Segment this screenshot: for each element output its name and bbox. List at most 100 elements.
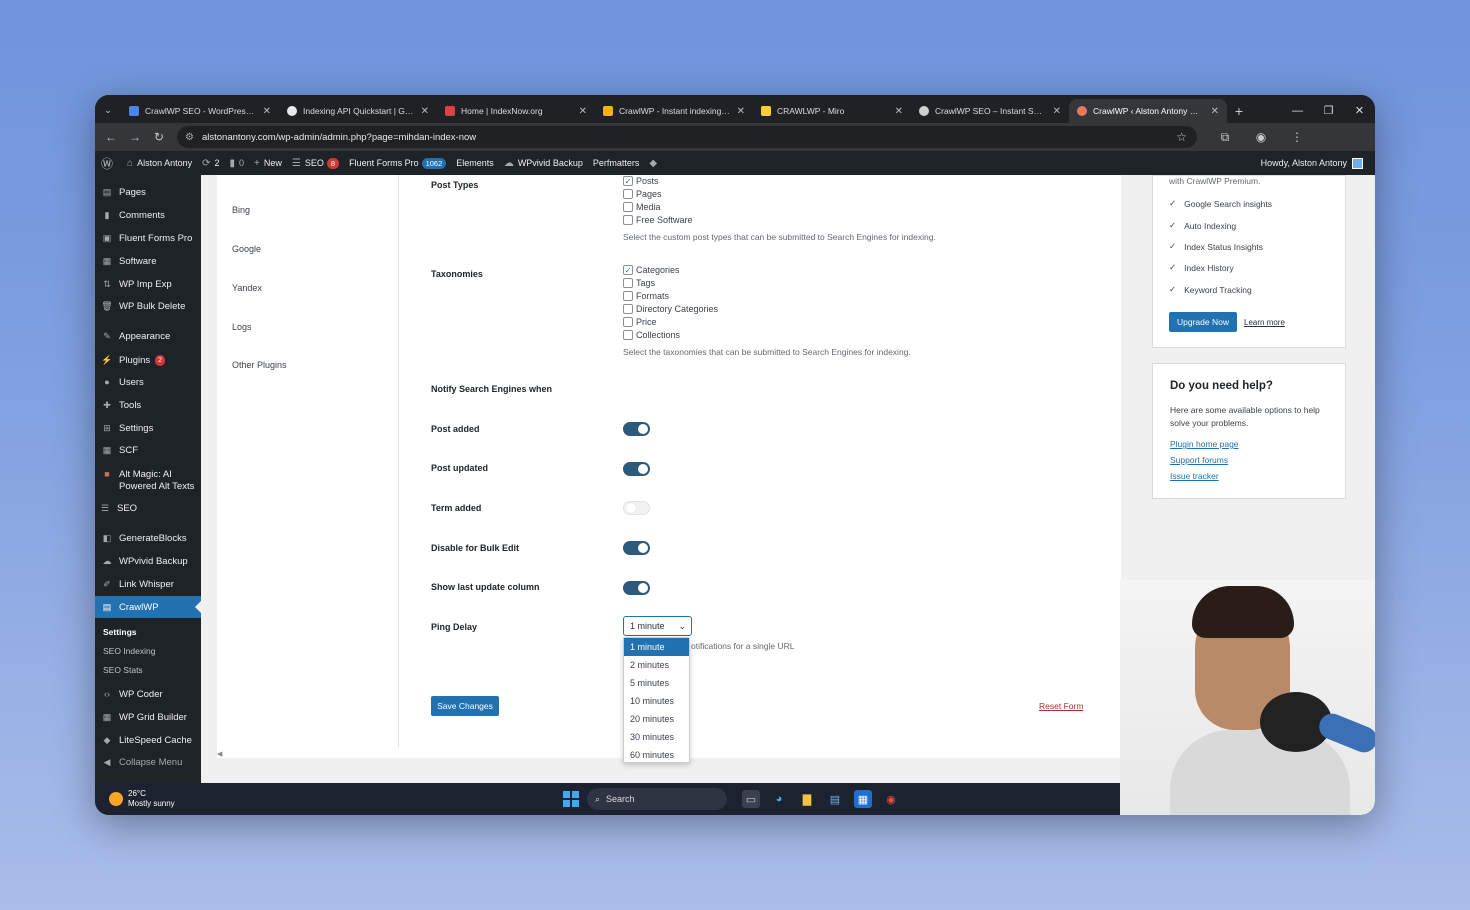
browser-tab[interactable]: Home | IndexNow.org ✕: [437, 99, 595, 123]
issue-tracker-link[interactable]: Issue tracker: [1170, 471, 1219, 481]
diamond-icon[interactable]: ◆: [649, 158, 661, 169]
weather-widget[interactable]: 26°C Mostly sunny: [109, 789, 175, 809]
forward-arrow-icon[interactable]: →: [123, 130, 147, 144]
checkbox-categories[interactable]: ✓ Categories: [623, 265, 680, 275]
perfmatters-link[interactable]: Perfmatters: [593, 158, 640, 168]
collapse-menu-button[interactable]: ◀ Collapse Menu: [95, 753, 201, 771]
browser-tab[interactable]: CrawlWP SEO – Instant Search ✕: [911, 99, 1069, 123]
word-app-icon[interactable]: ▦: [854, 790, 872, 808]
chrome-icon[interactable]: ◉: [882, 790, 900, 808]
seo-menu-link[interactable]: ☰ SEO 8: [292, 157, 340, 169]
bookmark-star-icon[interactable]: ☆: [1176, 130, 1187, 144]
back-arrow-icon[interactable]: ←: [99, 130, 123, 144]
sidebar-item-users[interactable]: ● Users: [95, 373, 201, 391]
close-window-icon[interactable]: ✕: [1344, 99, 1375, 123]
last-update-column-toggle[interactable]: [623, 581, 650, 595]
dropdown-option[interactable]: 30 minutes: [624, 728, 689, 746]
checkbox-tags[interactable]: Tags: [623, 278, 655, 288]
checkbox-pages[interactable]: Pages: [623, 189, 662, 199]
windows-start-icon[interactable]: [563, 791, 579, 807]
close-tab-icon[interactable]: ✕: [1211, 106, 1219, 117]
new-tab-icon[interactable]: +: [1227, 99, 1251, 123]
wpvivid-link[interactable]: ☁ WPvivid Backup: [504, 158, 583, 169]
checkbox-directory-categories[interactable]: Directory Categories: [623, 304, 718, 314]
sidebar-item-software[interactable]: ▦ Software: [95, 252, 201, 270]
browser-tab[interactable]: CrawlWP SEO - WordPress Inst ✕: [121, 99, 279, 123]
more-menu-icon[interactable]: ⋮: [1279, 130, 1315, 145]
sidebar-item-comments[interactable]: ▮ Comments: [95, 206, 201, 224]
nav-item-bing[interactable]: Bing: [232, 205, 250, 215]
term-added-toggle[interactable]: [623, 501, 650, 515]
updates-link[interactable]: ⟳ 2: [202, 158, 219, 169]
dropdown-option[interactable]: 10 minutes: [624, 692, 689, 710]
browser-tab-active[interactable]: CrawlWP ‹ Alston Antony — W ✕: [1069, 99, 1227, 123]
dropdown-option[interactable]: 5 minutes: [624, 674, 689, 692]
dropdown-option[interactable]: 2 minutes: [624, 656, 689, 674]
sidebar-item-scf[interactable]: ▦ SCF: [95, 441, 201, 459]
checkbox-collections[interactable]: Collections: [623, 330, 680, 340]
extensions-icon[interactable]: ⧉: [1207, 130, 1243, 145]
learn-more-link[interactable]: Learn more: [1244, 318, 1285, 327]
nav-item-google[interactable]: Google: [232, 244, 261, 254]
url-field[interactable]: ⚙ alstonantony.com/wp-admin/admin.php?pa…: [177, 126, 1197, 148]
browser-tab[interactable]: Indexing API Quickstart | Goog ✕: [279, 99, 437, 123]
checkbox-free-software[interactable]: Free Software: [623, 215, 693, 225]
sidebar-item-plugins[interactable]: ⚡ Plugins 2: [95, 351, 201, 369]
nav-item-yandex[interactable]: Yandex: [232, 283, 262, 293]
tab-search-icon[interactable]: ⌄: [95, 97, 121, 123]
sidebar-item-settings[interactable]: ⊞ Settings: [95, 419, 201, 437]
sidebar-item-fluent-forms[interactable]: ▣ Fluent Forms Pro: [95, 229, 201, 247]
close-tab-icon[interactable]: ✕: [579, 106, 587, 117]
bulk-edit-toggle[interactable]: [623, 541, 650, 555]
wordpress-logo-icon[interactable]: Ⓦ: [101, 155, 117, 172]
ping-delay-select[interactable]: 1 minute ⌄: [623, 616, 692, 636]
close-tab-icon[interactable]: ✕: [421, 106, 429, 117]
checkbox-formats[interactable]: Formats: [623, 291, 669, 301]
support-forums-link[interactable]: Support forums: [1170, 455, 1228, 465]
taskbar-search[interactable]: ⌕ Search: [587, 788, 727, 810]
sidebar-item-wpvivid[interactable]: ☁ WPvivid Backup: [95, 552, 201, 570]
browser-tab[interactable]: CrawlWP - Instant indexing for ✕: [595, 99, 753, 123]
checkbox-media[interactable]: Media: [623, 202, 661, 212]
sidebar-item-pages[interactable]: ▤ Pages: [95, 183, 201, 201]
post-added-toggle[interactable]: [623, 422, 650, 436]
my-account-link[interactable]: Howdy, Alston Antony: [1261, 157, 1363, 169]
close-tab-icon[interactable]: ✕: [737, 106, 745, 117]
sidebar-item-wp-grid-builder[interactable]: ▦ WP Grid Builder: [95, 708, 201, 726]
file-explorer-icon[interactable]: ▇: [798, 790, 816, 808]
restore-icon[interactable]: ❐: [1313, 99, 1344, 123]
elements-link[interactable]: Elements: [456, 158, 494, 168]
minimize-icon[interactable]: —: [1282, 99, 1313, 123]
close-tab-icon[interactable]: ✕: [895, 106, 903, 117]
reload-icon[interactable]: ↻: [147, 130, 171, 144]
sidebar-item-wp-coder[interactable]: ‹› WP Coder: [95, 685, 201, 703]
fluent-forms-link[interactable]: Fluent Forms Pro 1062: [349, 157, 447, 169]
submenu-settings[interactable]: Settings: [103, 627, 137, 637]
sidebar-item-alt-magic-line2[interactable]: Powered Alt Texts: [95, 477, 201, 495]
task-view-icon[interactable]: ▭: [742, 790, 760, 808]
reset-form-link[interactable]: Reset Form: [1039, 701, 1083, 711]
upgrade-now-button[interactable]: Upgrade Now: [1169, 312, 1237, 332]
save-changes-button[interactable]: Save Changes: [431, 696, 499, 716]
comments-link[interactable]: ▮ 0: [230, 158, 245, 169]
close-tab-icon[interactable]: ✕: [263, 106, 271, 117]
checkbox-posts[interactable]: ✓ Posts: [623, 176, 659, 186]
nav-item-other-plugins[interactable]: Other Plugins: [232, 360, 287, 370]
new-content-link[interactable]: + New: [254, 158, 282, 169]
site-name-link[interactable]: ⌂ Alston Antony: [127, 158, 192, 169]
submenu-seo-indexing[interactable]: SEO Indexing: [103, 646, 155, 656]
scroll-left-icon[interactable]: ◀: [217, 750, 222, 758]
sidebar-item-generateblocks[interactable]: ◧ GenerateBlocks: [95, 529, 201, 547]
notepad-icon[interactable]: ▤: [826, 790, 844, 808]
sidebar-item-crawlwp[interactable]: ▤ CrawlWP: [95, 596, 201, 618]
sidebar-item-seo[interactable]: ☰ SEO: [95, 499, 201, 517]
dropdown-option[interactable]: 60 minutes: [624, 746, 689, 764]
close-tab-icon[interactable]: ✕: [1053, 106, 1061, 117]
submenu-seo-stats[interactable]: SEO Stats: [103, 665, 143, 675]
sidebar-item-appearance[interactable]: ✎ Appearance: [95, 327, 201, 345]
edge-icon[interactable]: ◕: [770, 790, 788, 808]
dropdown-option[interactable]: 1 minute: [624, 638, 689, 656]
profile-icon[interactable]: ◉: [1243, 130, 1279, 145]
sidebar-item-wp-bulk-delete[interactable]: 🗑 WP Bulk Delete: [95, 297, 201, 315]
nav-item-logs[interactable]: Logs: [232, 322, 252, 332]
